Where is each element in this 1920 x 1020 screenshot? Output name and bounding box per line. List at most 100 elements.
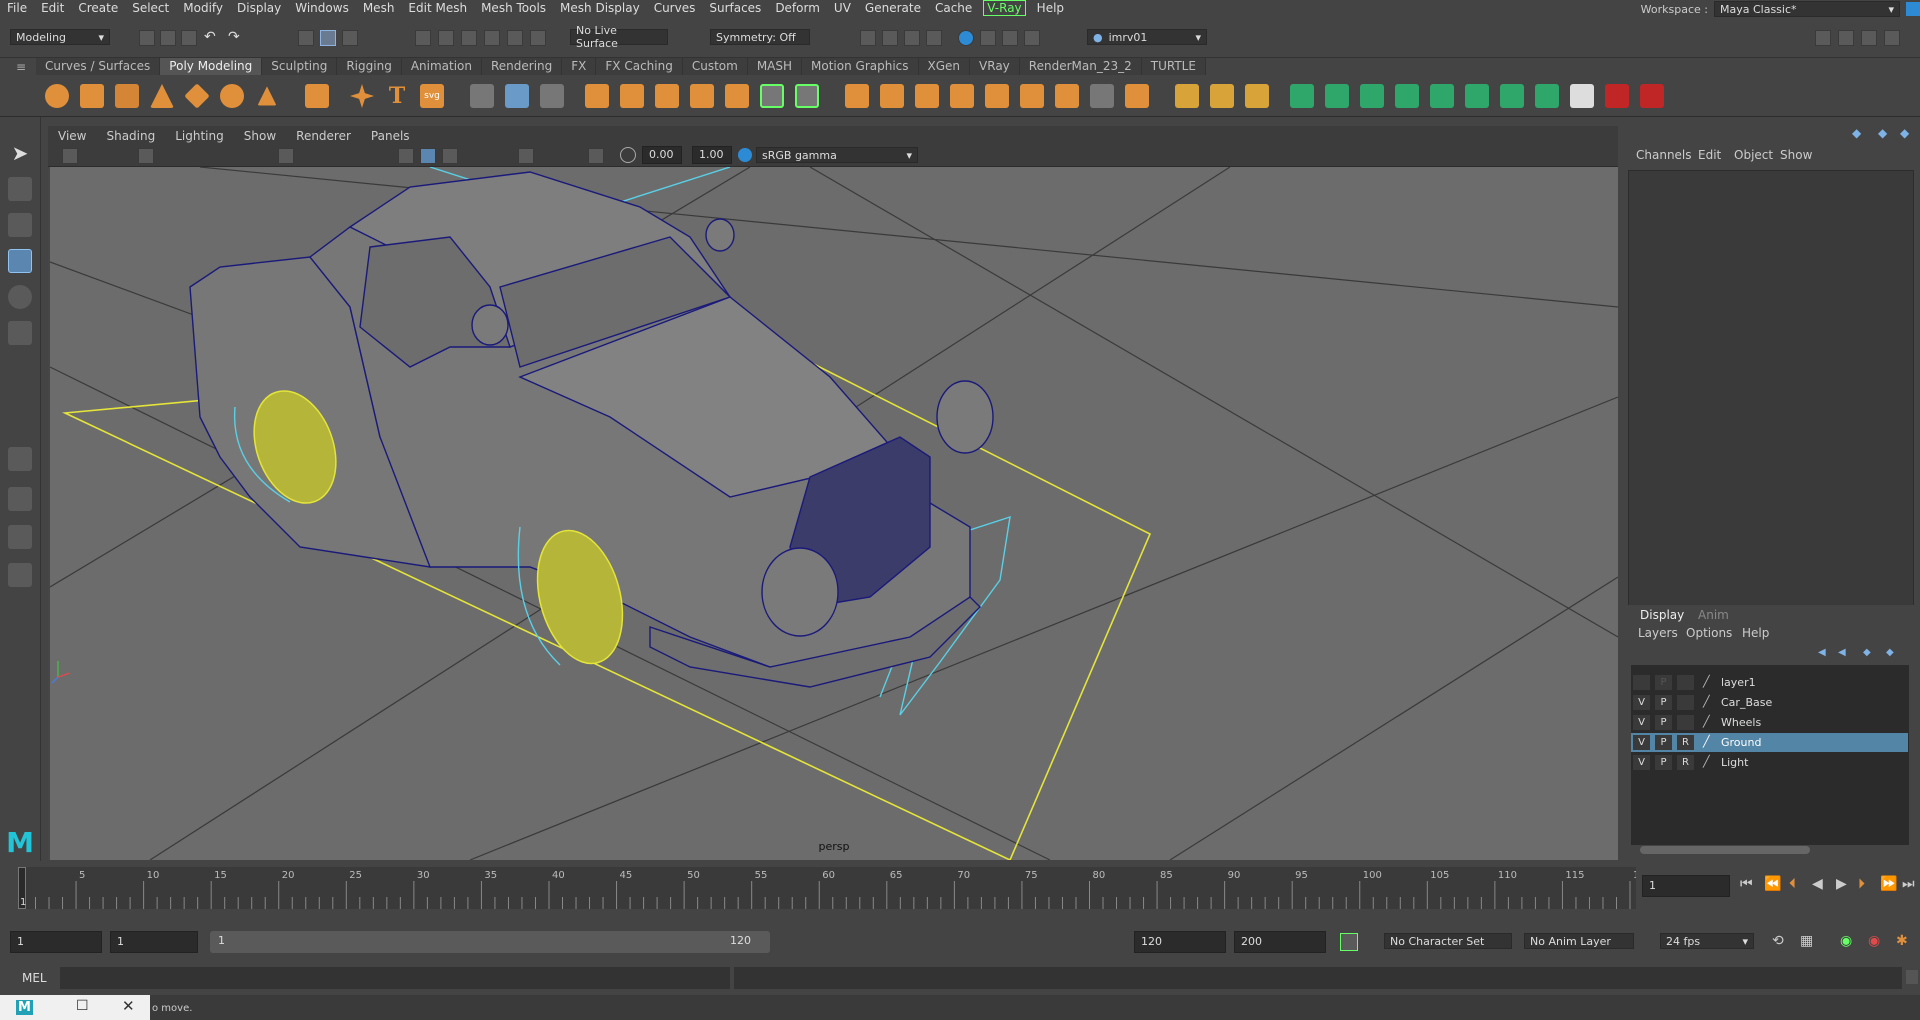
select-tool-icon[interactable]: ➤ bbox=[8, 141, 32, 165]
layer-name[interactable]: Light bbox=[1721, 756, 1748, 769]
layers-menu[interactable]: Layers bbox=[1638, 626, 1678, 640]
animation-start-field[interactable]: 1 bbox=[10, 931, 102, 953]
bookmarks-icon[interactable] bbox=[138, 148, 154, 164]
render-current-frame-icon[interactable] bbox=[860, 30, 876, 46]
shelf-tab-fx[interactable]: FX bbox=[562, 58, 597, 75]
isolate-select-icon[interactable] bbox=[588, 148, 604, 164]
channel-box-pin-icon[interactable]: ◆ bbox=[1852, 126, 1861, 140]
menu-mesh[interactable]: Mesh bbox=[356, 1, 402, 15]
shelf-tab-custom[interactable]: Custom bbox=[682, 58, 748, 75]
smooth-proxy-icon[interactable] bbox=[795, 84, 819, 108]
single-perspective-layout-icon[interactable] bbox=[8, 447, 32, 471]
vray-ipr-icon[interactable] bbox=[980, 30, 996, 46]
shadows-icon[interactable] bbox=[518, 148, 534, 164]
step-back-frame-icon[interactable]: ⏴ bbox=[1789, 876, 1796, 892]
vray-vfb-icon[interactable] bbox=[1002, 30, 1018, 46]
shelf-tab-renderman-23-2[interactable]: RenderMan_23_2 bbox=[1019, 58, 1142, 75]
rotate-tool-icon[interactable] bbox=[8, 285, 32, 309]
redo-icon[interactable]: ↷ bbox=[228, 29, 240, 45]
exposure-field[interactable]: 0.00 bbox=[642, 146, 682, 164]
step-forward-key-icon[interactable]: ⏩ bbox=[1880, 876, 1897, 892]
menu-uv[interactable]: UV bbox=[827, 1, 858, 15]
script-editor-icon[interactable] bbox=[1906, 970, 1918, 984]
layer-visibility-toggle[interactable]: V bbox=[1633, 755, 1650, 770]
menu-create[interactable]: Create bbox=[71, 1, 125, 15]
shelf-tab-motion-graphics[interactable]: Motion Graphics bbox=[802, 58, 919, 75]
lasso-tool-icon[interactable] bbox=[8, 177, 32, 201]
layer-visibility-toggle[interactable]: V bbox=[1633, 695, 1650, 710]
camera-select-icon[interactable] bbox=[62, 148, 78, 164]
layer-row-layer1[interactable]: P ╱ layer1 bbox=[1631, 673, 1908, 692]
character-controls-icon[interactable]: ✱ bbox=[1896, 933, 1908, 949]
workspace-selector[interactable]: Workspace : Maya Classic* ▾ bbox=[1641, 0, 1920, 18]
vray-render-icon[interactable] bbox=[958, 30, 974, 46]
animation-end-field[interactable]: 200 bbox=[1234, 931, 1326, 953]
uv-editor-icon[interactable] bbox=[1290, 84, 1314, 108]
layer-display-type-toggle[interactable] bbox=[1677, 675, 1694, 690]
menu-deform[interactable]: Deform bbox=[768, 1, 827, 15]
remesh-icon[interactable] bbox=[690, 84, 714, 108]
menu-mesh-tools[interactable]: Mesh Tools bbox=[474, 1, 553, 15]
layer-name[interactable]: Wheels bbox=[1721, 716, 1761, 729]
play-backward-icon[interactable]: ◀ bbox=[1812, 876, 1823, 892]
color-space-dropdown[interactable]: sRGB gamma ▾ bbox=[756, 147, 918, 163]
tool-settings-toggle-icon[interactable]: ◆ bbox=[1900, 126, 1909, 140]
layer-playback-toggle[interactable]: P bbox=[1655, 675, 1672, 690]
layer-display-type-toggle[interactable] bbox=[1677, 695, 1694, 710]
tool-settings-icon[interactable] bbox=[1861, 30, 1877, 46]
select-by-object-icon[interactable] bbox=[320, 30, 336, 46]
automatic-mapping-icon[interactable] bbox=[1430, 84, 1454, 108]
move-layer-up-icon[interactable]: ◀ bbox=[1818, 647, 1826, 658]
open-scene-icon[interactable] bbox=[160, 30, 176, 46]
skeleton-icon[interactable] bbox=[1640, 84, 1664, 108]
side-by-side-layout-icon[interactable] bbox=[8, 525, 32, 549]
command-language-label[interactable]: MEL bbox=[22, 971, 47, 985]
menu-curves[interactable]: Curves bbox=[647, 1, 703, 15]
render-settings-icon[interactable] bbox=[904, 30, 920, 46]
shelf-tab-animation[interactable]: Animation bbox=[401, 58, 482, 75]
layer-playback-toggle[interactable]: P bbox=[1655, 755, 1672, 770]
fill-hole-icon[interactable] bbox=[985, 84, 1009, 108]
menu-windows[interactable]: Windows bbox=[288, 1, 356, 15]
layer-name[interactable]: Car_Base bbox=[1721, 696, 1772, 709]
channels-menu[interactable]: Channels bbox=[1636, 148, 1692, 162]
maximize-icon[interactable]: ☐ bbox=[76, 998, 89, 1014]
exposure-icon[interactable] bbox=[620, 147, 636, 163]
attribute-editor-toggle-icon[interactable]: ◆ bbox=[1878, 126, 1887, 140]
loop-icon[interactable]: ⟲ bbox=[1772, 933, 1784, 949]
retopologize-icon[interactable] bbox=[725, 84, 749, 108]
shelf-tab-curves-surfaces[interactable]: Curves / Surfaces bbox=[36, 58, 161, 75]
outliner-layout-icon[interactable] bbox=[8, 563, 32, 587]
playback-start-field[interactable]: 1 bbox=[110, 931, 198, 953]
shelf-menu-icon[interactable]: ≡ bbox=[16, 60, 26, 74]
layer-row-ground[interactable]: V P R ╱ Ground bbox=[1631, 733, 1908, 752]
grid-toggle-icon[interactable] bbox=[278, 148, 294, 164]
smooth-shade-icon[interactable] bbox=[420, 148, 436, 164]
spherical-mapping-icon[interactable] bbox=[1395, 84, 1419, 108]
type-tool-icon[interactable]: T bbox=[385, 84, 409, 108]
shelf-tab-rendering[interactable]: Rendering bbox=[482, 58, 563, 75]
layer-visibility-toggle[interactable] bbox=[1633, 675, 1650, 690]
save-scene-icon[interactable] bbox=[181, 30, 197, 46]
scale-tool-icon[interactable] bbox=[8, 321, 32, 345]
poly-cylinder-icon[interactable] bbox=[115, 84, 139, 108]
layer-row-car-base[interactable]: V P ╱ Car_Base bbox=[1631, 693, 1908, 712]
gamma-field[interactable]: 1.00 bbox=[692, 146, 732, 164]
attribute-editor-icon[interactable] bbox=[1838, 30, 1854, 46]
viewport-menu-lighting[interactable]: Lighting bbox=[165, 129, 234, 143]
poly-plane-icon[interactable] bbox=[184, 83, 210, 109]
combine-icon[interactable] bbox=[470, 84, 494, 108]
close-icon[interactable]: ✕ bbox=[122, 997, 135, 1015]
go-to-end-icon[interactable]: ⏭ bbox=[1902, 876, 1915, 892]
smooth-preview-icon[interactable] bbox=[760, 84, 784, 108]
viewport-menu-panels[interactable]: Panels bbox=[361, 129, 420, 143]
go-to-start-icon[interactable]: ⏮ bbox=[1740, 876, 1753, 892]
planar-mapping-icon[interactable] bbox=[1325, 84, 1349, 108]
new-layer-icon[interactable]: ◆ bbox=[1863, 647, 1871, 658]
shelf-tab-poly-modeling[interactable]: Poly Modeling bbox=[160, 58, 263, 75]
auto-key-icon[interactable] bbox=[1340, 933, 1358, 951]
select-by-hierarchy-icon[interactable] bbox=[298, 30, 314, 46]
layer-name[interactable]: Ground bbox=[1721, 736, 1761, 749]
cylindrical-mapping-icon[interactable] bbox=[1360, 84, 1384, 108]
separate-icon[interactable] bbox=[505, 84, 529, 108]
